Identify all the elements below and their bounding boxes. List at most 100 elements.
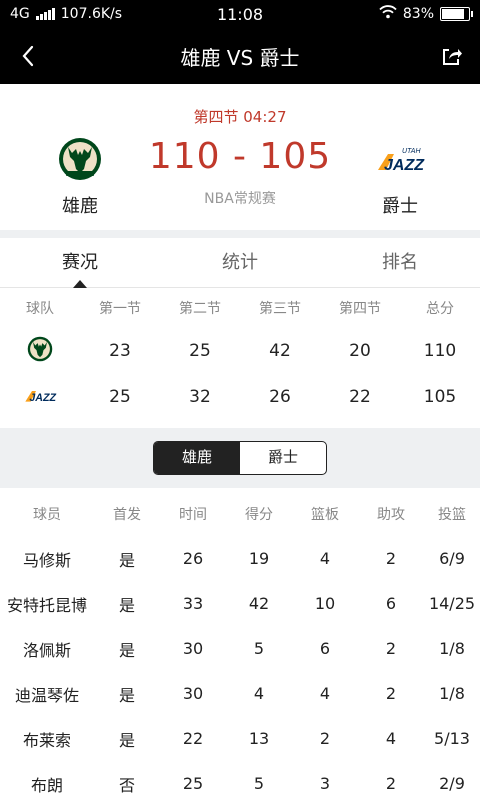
- share-icon: [443, 49, 462, 65]
- bucks-logo-small: [0, 335, 80, 368]
- network-speed: 107.6K/s: [60, 6, 123, 22]
- column-header: 时间: [179, 507, 207, 523]
- battery-percent: 83%: [402, 6, 434, 22]
- share-button[interactable]: [424, 28, 480, 84]
- player-name: 布莱索: [22, 730, 71, 750]
- table-header: 球队 第一节 第二节 第三节 第四节 总分: [0, 288, 480, 328]
- table-cell: 4: [385, 729, 397, 748]
- table-cell: 是: [118, 730, 135, 750]
- table-cell: 13: [248, 729, 270, 748]
- table-cell: 42: [248, 594, 270, 613]
- back-button[interactable]: [0, 28, 56, 84]
- table-cell: 20: [349, 341, 371, 361]
- team-toggle: 雄鹿 爵士: [153, 441, 327, 475]
- table-cell: 4: [319, 684, 331, 703]
- column-header: 得分: [245, 507, 273, 523]
- table-cell: 25: [182, 774, 204, 793]
- column-header: 投篮: [438, 507, 466, 523]
- table-cell: 4: [319, 549, 331, 568]
- column-header: 第四节: [339, 301, 381, 317]
- jazz-logo: UTAH JAZZ: [350, 134, 450, 184]
- column-header: 球员: [33, 507, 61, 523]
- away-team-name: 爵士: [382, 196, 418, 217]
- column-header: 助攻: [377, 507, 405, 523]
- table-cell: 6: [319, 639, 331, 658]
- team-toggle-bar: 雄鹿 爵士: [0, 428, 480, 488]
- svg-text:JAZZ: JAZZ: [384, 157, 425, 174]
- player-name: 布朗: [30, 775, 63, 795]
- signal-icon: [35, 8, 55, 20]
- column-header: 篮板: [311, 507, 339, 523]
- table-cell: 105: [423, 387, 457, 407]
- table-cell: 22: [349, 387, 371, 407]
- table-cell: 32: [189, 387, 211, 407]
- table-row[interactable]: 迪温琴佐 是 30 4 4 2 1/8: [0, 671, 480, 716]
- column-header: 第一节: [99, 301, 141, 317]
- jazz-logo-small: JAZZ: [0, 387, 80, 408]
- table-row[interactable]: 马修斯 是 26 19 4 2 6/9: [0, 536, 480, 581]
- tab-game-status[interactable]: 赛况: [0, 238, 160, 288]
- player-name: 马修斯: [22, 550, 71, 570]
- table-row[interactable]: 布莱索 是 22 13 2 4 5/13: [0, 716, 480, 761]
- table-cell: 6: [385, 594, 397, 613]
- nav-bar: 雄鹿 VS 爵士: [0, 28, 480, 84]
- table-row: JAZZ 25 32 26 22 105: [0, 374, 480, 420]
- table-row[interactable]: 洛佩斯 是 30 5 6 2 1/8: [0, 626, 480, 671]
- away-team[interactable]: UTAH JAZZ 爵士: [350, 134, 450, 218]
- column-header: 第二节: [179, 301, 221, 317]
- table-row[interactable]: 布朗 否 25 5 3 2 2/9: [0, 761, 480, 800]
- column-header: 首发: [113, 507, 141, 523]
- toggle-home-team[interactable]: 雄鹿: [154, 442, 240, 474]
- battery-icon: [440, 7, 473, 21]
- player-name: 洛佩斯: [22, 640, 71, 660]
- score-panel: 雄鹿 第四节 04:27 110 - 105 NBA常规赛 UTAH JAZZ …: [0, 84, 480, 230]
- svg-text:UTAH: UTAH: [402, 148, 421, 155]
- table-cell: 23: [109, 341, 131, 361]
- table-cell: 5/13: [434, 729, 470, 748]
- network-type: 4G: [10, 6, 30, 22]
- table-cell: 1/8: [439, 684, 465, 703]
- tab-bar: 赛况 统计 排名: [0, 238, 480, 288]
- table-cell: 42: [269, 341, 291, 361]
- table-cell: 5: [253, 639, 265, 658]
- page-title: 雄鹿 VS 爵士: [180, 45, 300, 70]
- table-cell: 是: [118, 550, 135, 570]
- table-cell: 30: [182, 684, 204, 703]
- table-header: 球员 首发 时间 得分 篮板 助攻 投篮: [0, 492, 480, 536]
- table-row[interactable]: 安特托昆博 是 33 42 10 6 14/25: [0, 581, 480, 626]
- table-cell: 25: [109, 387, 131, 407]
- table-cell: 14/25: [428, 594, 476, 613]
- status-bar: 4G 107.6K/s 11:08 83%: [0, 0, 480, 28]
- table-row: 23 25 42 20 110: [0, 328, 480, 374]
- table-cell: 2: [385, 639, 397, 658]
- tab-rankings[interactable]: 排名: [320, 238, 480, 287]
- table-cell: 1/8: [439, 639, 465, 658]
- table-cell: 30: [182, 639, 204, 658]
- table-cell: 26: [269, 387, 291, 407]
- table-cell: 33: [182, 594, 204, 613]
- table-cell: 2: [319, 729, 331, 748]
- table-cell: 110: [423, 341, 457, 361]
- player-name: 安特托昆博: [6, 595, 87, 615]
- table-cell: 10: [314, 594, 336, 613]
- table-cell: 2/9: [439, 774, 465, 793]
- chevron-left-icon: [22, 45, 34, 67]
- table-cell: 26: [182, 549, 204, 568]
- column-header: 第三节: [259, 301, 301, 317]
- table-cell: 2: [385, 684, 397, 703]
- tab-statistics[interactable]: 统计: [160, 238, 320, 287]
- table-cell: 是: [118, 640, 135, 660]
- table-cell: 2: [385, 549, 397, 568]
- table-cell: 6/9: [439, 549, 465, 568]
- svg-text:JAZZ: JAZZ: [29, 392, 56, 403]
- quarter-score-table: 球队 第一节 第二节 第三节 第四节 总分 23 25 42 20 110 JA…: [0, 288, 480, 420]
- toggle-away-team[interactable]: 爵士: [240, 442, 326, 474]
- table-cell: 否: [118, 775, 135, 795]
- table-cell: 22: [182, 729, 204, 748]
- table-cell: 2: [385, 774, 397, 793]
- game-period-clock: 第四节 04:27: [193, 108, 287, 126]
- table-cell: 3: [319, 774, 331, 793]
- section-divider: [0, 230, 480, 238]
- wifi-icon: [379, 5, 397, 23]
- table-cell: 是: [118, 685, 135, 705]
